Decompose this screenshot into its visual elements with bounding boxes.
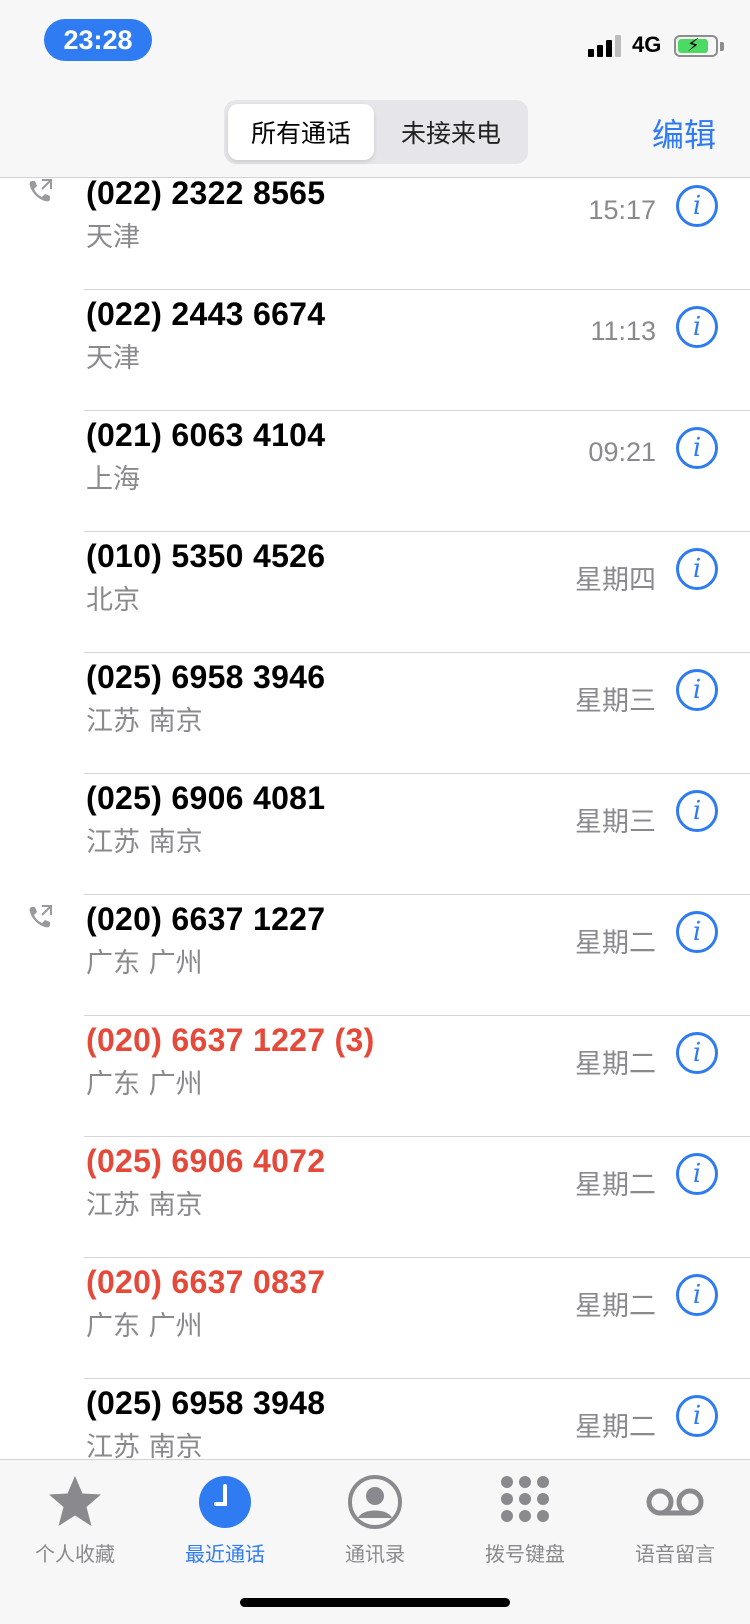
call-location: 天津	[86, 343, 140, 374]
call-time: 11:13	[590, 316, 656, 346]
call-number: (025) 6906 4072	[86, 1143, 326, 1179]
info-icon: i	[692, 312, 702, 342]
info-button[interactable]: i	[676, 427, 718, 469]
call-location: 江苏 南京	[86, 1190, 203, 1221]
network-label: 4G	[632, 32, 662, 57]
info-button[interactable]: i	[676, 669, 718, 711]
battery-tip	[720, 42, 724, 51]
call-row[interactable]: (020) 6637 1227 广东 广州 星期二 i	[0, 895, 750, 1016]
voicemail-icon	[646, 1488, 704, 1516]
info-icon: i	[692, 191, 702, 221]
call-row[interactable]: (020) 6637 1227 (3) 广东 广州 星期二 i	[0, 1016, 750, 1137]
navigation-bar: 所有通话 未接来电 编辑	[0, 88, 750, 178]
call-location: 江苏 南京	[86, 706, 203, 737]
call-number: (025) 6958 3948	[86, 1385, 326, 1421]
call-row[interactable]: (025) 6958 3948 江苏 南京 星期二 i	[0, 1379, 750, 1459]
tab-label: 最近通话	[185, 1542, 265, 1566]
outgoing-call-icon	[29, 905, 52, 928]
info-icon: i	[692, 1280, 702, 1310]
call-time: 15:17	[588, 195, 656, 225]
call-row[interactable]: (020) 6637 0837 广东 广州 星期二 i	[0, 1258, 750, 1379]
info-button[interactable]: i	[676, 911, 718, 953]
call-filter-segmented-control: 所有通话 未接来电	[224, 100, 528, 164]
call-number: (020) 6637 1227 (3)	[86, 1022, 375, 1058]
tab-favorites[interactable]: 个人收藏	[0, 1472, 150, 1572]
segment-missed-calls[interactable]: 未接来电	[378, 104, 524, 160]
call-location: 天津	[86, 222, 140, 253]
call-number: (020) 6637 0837	[86, 1264, 326, 1300]
call-number: (022) 2443 6674	[86, 296, 326, 332]
battery-charging-icon: ⚡	[674, 35, 718, 57]
info-icon: i	[692, 917, 702, 947]
call-row[interactable]: (025) 6906 4072 江苏 南京 星期二 i	[0, 1137, 750, 1258]
status-bar: 23:28 4G ⚡	[0, 0, 750, 88]
call-time: 星期二	[575, 928, 656, 958]
call-location: 广东 广州	[86, 1311, 203, 1342]
info-button[interactable]: i	[676, 306, 718, 348]
edit-button[interactable]: 编辑	[652, 110, 716, 156]
call-location: 江苏 南京	[86, 827, 203, 858]
call-time: 09:21	[588, 437, 656, 467]
call-number: (022) 2322 8565	[86, 179, 326, 211]
call-time: 星期二	[575, 1291, 656, 1321]
signal-icon	[588, 35, 624, 57]
info-icon: i	[692, 796, 702, 826]
status-time[interactable]: 23:28	[44, 19, 152, 61]
call-number: (021) 6063 4104	[86, 417, 326, 453]
tab-label: 语音留言	[635, 1542, 715, 1566]
call-row[interactable]: (022) 2443 6674 天津 11:13 i	[0, 290, 750, 411]
star-icon	[49, 1476, 101, 1526]
info-icon: i	[692, 675, 702, 705]
info-button[interactable]: i	[676, 548, 718, 590]
info-button[interactable]: i	[676, 790, 718, 832]
tab-recents[interactable]: 最近通话	[150, 1472, 300, 1572]
call-location: 江苏 南京	[86, 1432, 203, 1459]
info-button[interactable]: i	[676, 1274, 718, 1316]
call-location: 北京	[86, 585, 140, 616]
info-icon: i	[692, 433, 702, 463]
tab-label: 个人收藏	[35, 1542, 115, 1566]
clock-icon	[199, 1476, 251, 1528]
call-number: (010) 5350 4526	[86, 538, 326, 574]
call-time: 星期四	[575, 565, 656, 595]
contact-icon	[348, 1475, 402, 1529]
call-time: 星期三	[575, 686, 656, 716]
call-row[interactable]: (022) 2322 8565 天津 15:17 i	[0, 179, 750, 290]
info-icon: i	[692, 1159, 702, 1189]
call-location: 上海	[86, 464, 140, 495]
tab-contacts[interactable]: 通讯录	[300, 1472, 450, 1572]
tab-voicemail[interactable]: 语音留言	[600, 1472, 750, 1572]
call-number: (020) 6637 1227	[86, 901, 326, 937]
call-row[interactable]: (025) 6958 3946 江苏 南京 星期三 i	[0, 653, 750, 774]
call-number: (025) 6906 4081	[86, 780, 326, 816]
call-row[interactable]: (025) 6906 4081 江苏 南京 星期三 i	[0, 774, 750, 895]
info-button[interactable]: i	[676, 185, 718, 227]
recent-calls-list[interactable]: (022) 2322 8565 天津 15:17 i (022) 2443 6674 天津…	[0, 179, 750, 1459]
info-button[interactable]: i	[676, 1153, 718, 1195]
call-time: 星期三	[575, 807, 656, 837]
info-icon: i	[692, 554, 702, 584]
info-button[interactable]: i	[676, 1395, 718, 1437]
keypad-icon	[501, 1476, 549, 1522]
call-time: 星期二	[575, 1412, 656, 1442]
tab-keypad[interactable]: 拨号键盘	[450, 1472, 600, 1572]
info-button[interactable]: i	[676, 1032, 718, 1074]
call-location: 广东 广州	[86, 1069, 203, 1100]
info-icon: i	[692, 1401, 702, 1431]
segment-all-calls[interactable]: 所有通话	[228, 104, 374, 160]
call-time: 星期二	[575, 1049, 656, 1079]
call-location: 广东 广州	[86, 948, 203, 979]
call-number: (025) 6958 3946	[86, 659, 326, 695]
call-row[interactable]: (021) 6063 4104 上海 09:21 i	[0, 411, 750, 532]
home-indicator[interactable]	[240, 1598, 510, 1607]
call-time: 星期二	[575, 1170, 656, 1200]
call-row[interactable]: (010) 5350 4526 北京 星期四 i	[0, 532, 750, 653]
tab-label: 拨号键盘	[485, 1542, 565, 1566]
tab-label: 通讯录	[345, 1542, 405, 1566]
info-icon: i	[692, 1038, 702, 1068]
outgoing-call-icon	[29, 179, 52, 202]
